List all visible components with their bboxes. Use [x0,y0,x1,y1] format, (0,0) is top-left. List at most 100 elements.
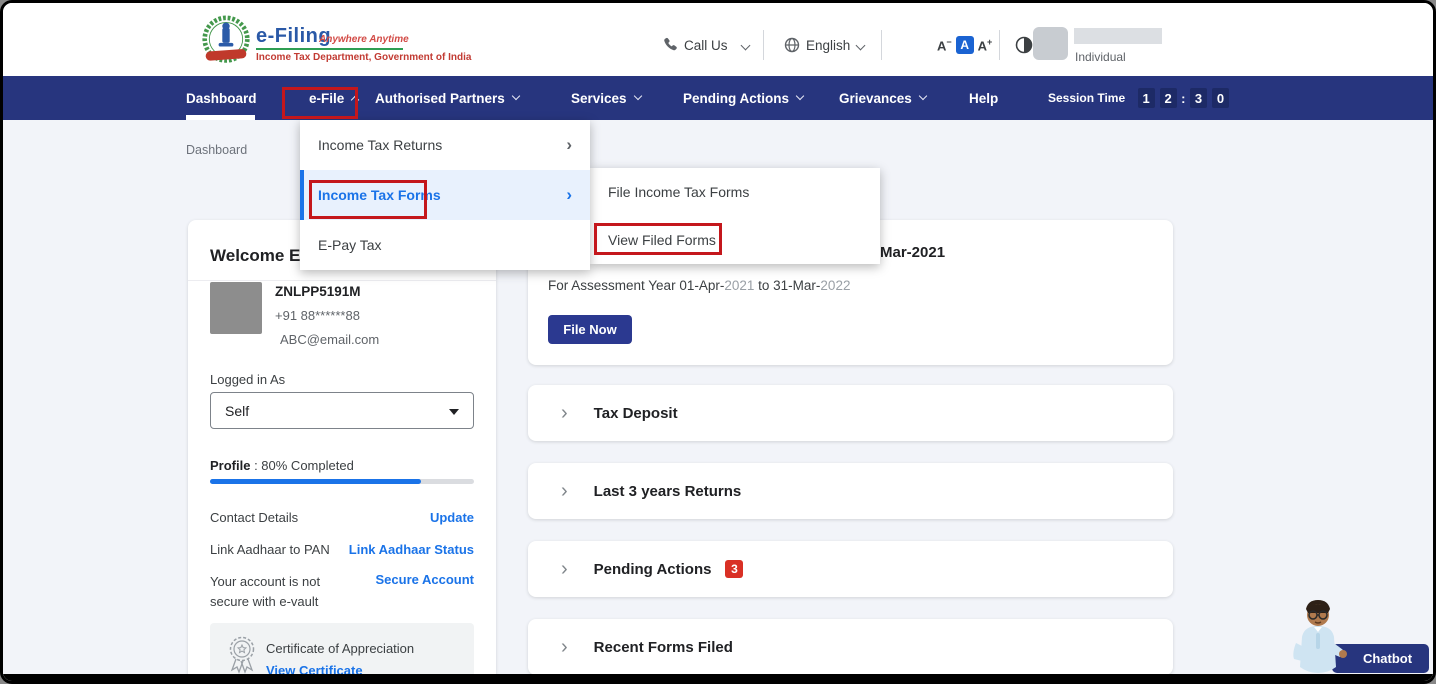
ay-year1: 2021 [724,278,755,293]
logged-in-as-select[interactable]: Self [210,392,474,429]
menu-item-income-tax-returns[interactable]: Income Tax Returns › [300,120,590,170]
profile-card: Welcome E ZNLPP5191M +91 88******88 ABC@… [188,220,496,681]
ay-middle: to 31-Mar- [754,278,821,293]
chatbot-mascot-icon[interactable] [1286,597,1350,675]
logged-in-as-label: Logged in As [210,372,286,387]
nav-pending-actions[interactable]: Pending Actions [683,76,805,120]
profile-completion-text: Profile : 80% Completed [210,458,354,473]
header-divider [881,30,882,60]
nav-dashboard[interactable]: Dashboard [186,76,257,120]
file-now-button[interactable]: File Now [548,315,632,344]
font-decrease-button[interactable]: A− [937,37,952,53]
session-time-label: Session Time [1048,91,1126,105]
accordion-pending-actions[interactable]: › Pending Actions 3 [528,541,1173,597]
update-link[interactable]: Update [430,510,474,525]
certificate-title: Certificate of Appreciation [266,641,415,656]
header-divider [763,30,764,60]
nav-grievances-chevron-down-icon [918,91,928,101]
session-digit: 2 [1159,88,1177,108]
ay-prefix: For Assessment Year 01-Apr- [548,278,725,293]
nav-services[interactable]: Services [571,76,642,120]
evault-label: Your account is not secure with e-vault [210,574,321,610]
logged-in-as-value: Self [225,402,250,419]
email-address: ABC@email.com [280,332,380,347]
accordion-label: Last 3 years Returns [593,482,742,500]
contrast-toggle-icon[interactable] [1015,36,1033,54]
accordion-label: Recent Forms Filed [593,638,733,656]
submenu-arrow-icon: › [566,185,572,204]
income-tax-forms-submenu: File Income Tax Forms View Filed Forms [590,168,880,264]
active-tab-indicator [186,115,255,120]
pending-actions-count-badge: 3 [725,560,744,578]
submenu-item-label: View Filed Forms [608,232,716,248]
phone-icon [664,37,677,51]
session-digit: 1 [1137,88,1155,108]
menu-item-e-pay-tax[interactable]: E-Pay Tax [300,220,590,270]
nav-efile[interactable]: e-File [309,76,360,120]
efiling-portal-page: e-Filing Anywhere Anytime Income Tax Dep… [0,0,1436,684]
nav-pending-actions-chevron-down-icon [795,91,805,101]
assessment-year-text: For Assessment Year 01-Apr-2021 to 31-Ma… [548,278,850,293]
accordion-last-3-years-returns[interactable]: › Last 3 years Returns [528,463,1173,519]
nav-services-chevron-down-icon [633,91,642,101]
nav-help[interactable]: Help [969,76,998,120]
font-normal-button[interactable]: A [955,36,974,54]
submenu-item-file-income-tax-forms[interactable]: File Income Tax Forms [590,168,880,216]
profile-progress-fill [210,479,422,484]
masked-phone: +91 88******88 [275,308,360,323]
accordion-tax-deposit[interactable]: › Tax Deposit [528,385,1173,441]
menu-item-label: E-Pay Tax [318,237,382,253]
income-tax-dept-emblem-icon [202,15,250,63]
menu-item-income-tax-forms[interactable]: Income Tax Forms › [300,170,590,220]
menu-item-label: Income Tax Forms [318,187,441,203]
call-us-label: Call Us [684,38,728,53]
nav-pending-actions-label: Pending Actions [683,90,790,106]
language-label: English [806,38,851,53]
efile-dropdown-menu: Income Tax Returns › Income Tax Forms › … [300,120,590,270]
secure-account-link[interactable]: Secure Account [376,572,475,587]
medal-icon [229,636,255,674]
session-colon: : [1181,90,1186,106]
nav-grievances[interactable]: Grievances [839,76,928,120]
language-menu[interactable]: English [806,38,850,53]
top-header: e-Filing Anywhere Anytime Income Tax Dep… [3,3,1433,76]
nav-authorised-partners-chevron-down-icon [511,91,521,101]
globe-icon [784,37,800,53]
nav-dashboard-label: Dashboard [186,90,257,106]
main-navbar: Dashboard e-File Authorised Partners Ser… [3,76,1433,120]
session-digit: 0 [1212,88,1229,108]
call-us-menu[interactable]: Call Us [684,38,728,53]
call-us-chevron-down-icon[interactable] [740,40,751,51]
user-avatar[interactable] [1033,27,1068,60]
profile-label: Profile [210,458,251,473]
submenu-arrow-icon: › [566,135,572,154]
font-increase-button[interactable]: A+ [978,37,993,53]
nav-authorised-partners[interactable]: Authorised Partners [375,76,521,120]
nav-efile-chevron-up-icon [351,95,360,105]
link-aadhaar-status-link[interactable]: Link Aadhaar Status [349,542,474,557]
chevron-right-icon: › [561,402,568,424]
profile-percent-text: : 80% Completed [250,458,354,473]
chevron-right-icon: › [561,558,568,580]
chatbot-label: Chatbot [1362,651,1413,666]
user-role-label: Individual [1075,50,1126,64]
itr-card-title-fragment: Mar-2021 [880,244,946,261]
welcome-title: Welcome E [210,246,301,265]
profile-avatar [210,282,262,334]
brand-tagline: Anywhere Anytime [319,34,409,45]
pan-number: ZNLPP5191M [275,284,361,299]
profile-progress-track [210,479,474,484]
nav-services-label: Services [571,90,627,106]
card-divider [188,280,496,281]
accordion-recent-forms-filed[interactable]: › Recent Forms Filed [528,619,1173,675]
submenu-item-view-filed-forms[interactable]: View Filed Forms [590,216,880,264]
language-chevron-down-icon[interactable] [855,40,866,51]
nav-help-label: Help [969,90,999,106]
window-bottom-frame [3,674,1433,681]
breadcrumb: Dashboard [186,143,248,157]
menu-item-label: Income Tax Returns [318,137,443,153]
nav-efile-label: e-File [309,90,345,106]
header-divider [999,30,1000,60]
session-digit: 3 [1190,88,1207,108]
brand-underline [256,48,403,50]
